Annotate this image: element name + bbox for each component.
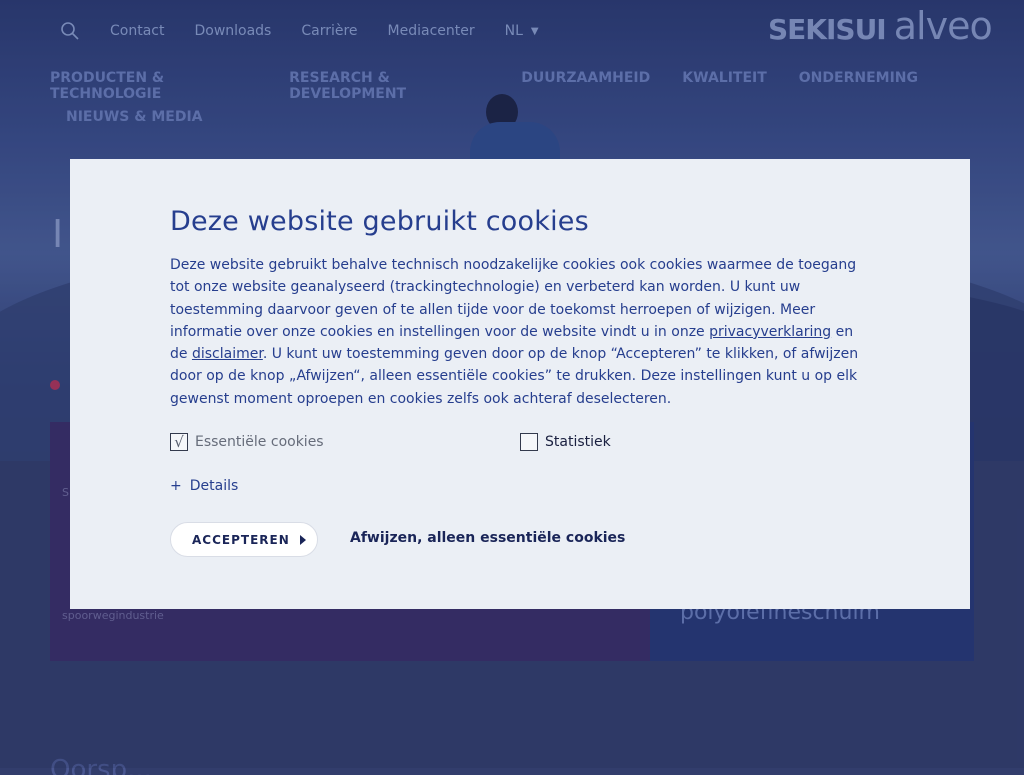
details-toggle[interactable]: + Details (170, 478, 238, 494)
disclaimer-link[interactable]: disclaimer (192, 346, 263, 362)
arrow-right-icon (299, 534, 306, 545)
plus-icon: + (170, 478, 182, 494)
cookie-dialog-title: Deze website gebruikt cookies (170, 206, 589, 237)
cookie-text-part: . U kunt uw toestemming geven door op de… (170, 346, 859, 407)
checkbox-label[interactable]: Statistiek (545, 434, 611, 450)
privacy-link[interactable]: privacyverklaring (709, 324, 831, 340)
cookie-dialog-text: Deze website gebruikt behalve technisch … (170, 254, 860, 410)
checkbox-checked: √ (170, 433, 188, 451)
cookie-consent-dialog: Deze website gebruikt cookies Deze websi… (70, 159, 970, 609)
reject-button[interactable]: Afwijzen, alleen essentiële cookies (350, 530, 625, 546)
statistics-cookies-checkbox[interactable]: Statistiek (520, 433, 611, 451)
essential-cookies-checkbox: √ Essentiële cookies (170, 433, 324, 451)
checkbox-label: Essentiële cookies (195, 434, 324, 450)
details-label: Details (189, 478, 239, 494)
accept-button-label: ACCEPTEREN (192, 532, 290, 547)
accept-button[interactable]: ACCEPTEREN (170, 522, 318, 557)
checkbox-unchecked[interactable] (520, 433, 538, 451)
